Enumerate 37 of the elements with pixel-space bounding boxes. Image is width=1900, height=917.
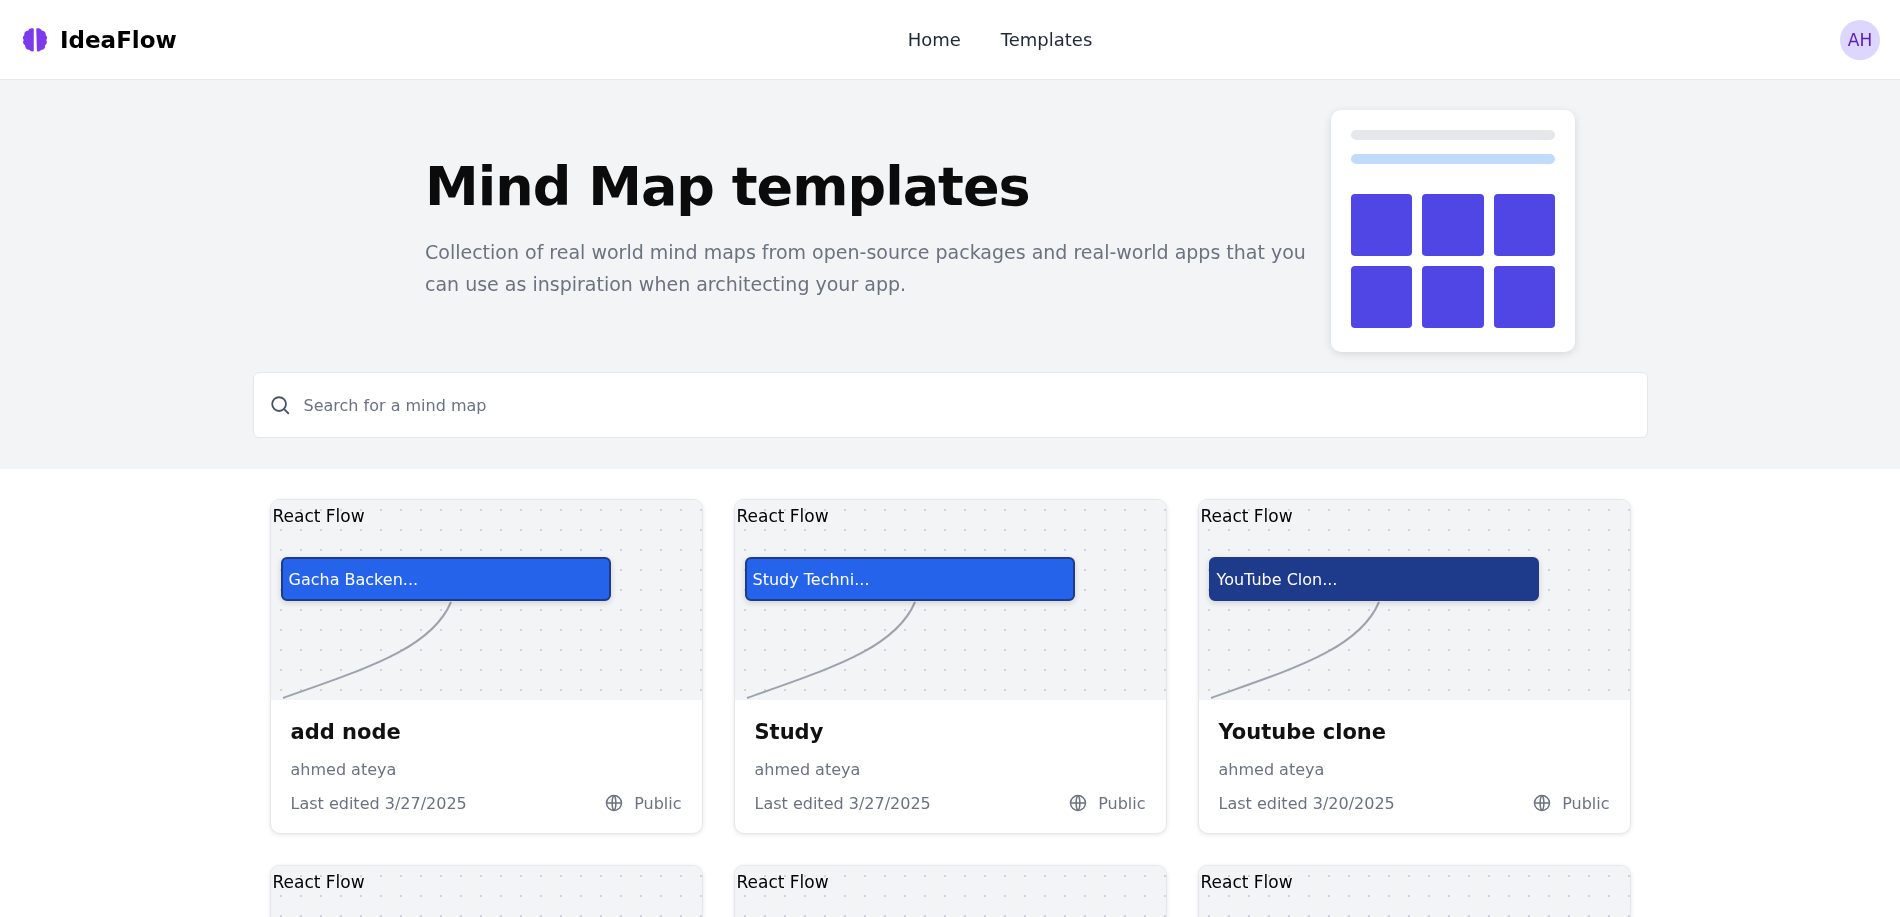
card-title: Youtube clone — [1218, 720, 1387, 744]
globe-icon — [1532, 793, 1553, 813]
preview-label: React Flow — [272, 872, 365, 892]
globe-icon — [1068, 793, 1089, 813]
preview-label: React Flow — [1200, 872, 1293, 892]
template-card[interactable]: React Flow — [269, 865, 703, 917]
search-field[interactable]: Search for a mind map — [252, 372, 1648, 438]
template-card[interactable]: React Flow Study Techni... Study ahmed ateya Last edited 3/27/2025 Public — [733, 499, 1167, 834]
card-author: ahmed ateya — [290, 760, 398, 779]
template-card[interactable]: React Flow — [1197, 865, 1631, 917]
mind-map-node: Study Techni... — [744, 557, 1075, 601]
last-edited-text: Last edited 3/20/2025 — [1218, 793, 1395, 813]
brand-name[interactable]: IdeaFlow — [60, 26, 177, 53]
visibility-label: Public — [634, 793, 682, 813]
preview-label: React Flow — [736, 872, 829, 892]
template-card[interactable]: React Flow — [733, 865, 1167, 917]
card-title: add node — [290, 720, 402, 744]
card-author: ahmed ateya — [1218, 760, 1326, 779]
card-author: ahmed ateya — [754, 760, 862, 779]
visibility-label: Public — [1098, 793, 1146, 813]
visibility-label: Public — [1562, 793, 1610, 813]
mind-map-node: YouTube Clon... — [1208, 557, 1539, 601]
last-edited-text: Last edited 3/27/2025 — [754, 793, 931, 813]
nav-link[interactable]: Home — [907, 29, 961, 50]
mind-map-node: Gacha Backen... — [280, 557, 611, 601]
last-edited-text: Last edited 3/27/2025 — [290, 793, 467, 813]
card-title: Study — [754, 720, 825, 744]
template-card[interactable]: React Flow Gacha Backen... add node ahmed ateya Last edited 3/27/2025 Public — [269, 499, 703, 834]
preview-label: React Flow — [272, 506, 365, 526]
template-card[interactable]: React Flow YouTube Clon... Youtube clone ahmed ateya Last edited 3/20/2025 Public — [1197, 499, 1631, 834]
preview-label: React Flow — [1200, 506, 1293, 526]
page-title: Mind Map templates — [425, 155, 1031, 218]
user-avatar[interactable]: AH — [1840, 19, 1880, 60]
globe-icon — [604, 793, 625, 813]
page-subtitle: Collection of real world mind maps from open-source packages and real-world apps that you can use as inspiration when architecting your app. — [425, 240, 1307, 298]
preview-label: React Flow — [736, 506, 829, 526]
nav-link[interactable]: Templates — [1000, 29, 1093, 50]
